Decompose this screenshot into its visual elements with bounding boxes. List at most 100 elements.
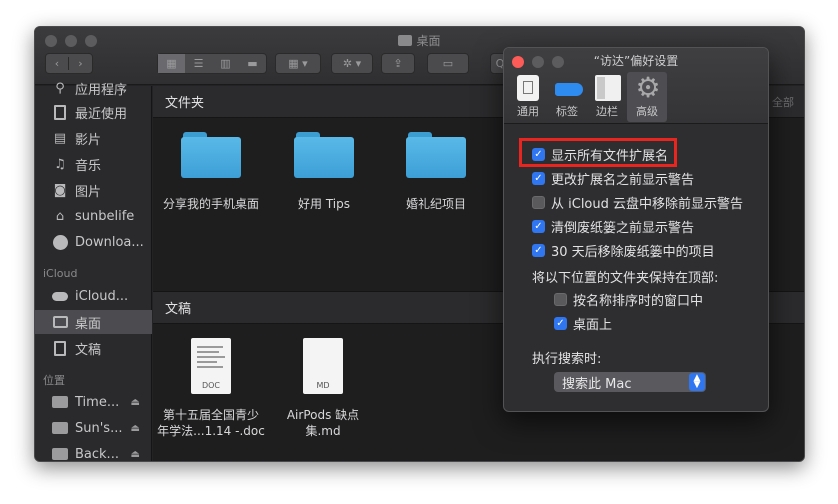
option-keep-folders-name-sort[interactable]: 按名称排序时的窗口中 [554, 289, 703, 309]
tab-sidebar[interactable]: 边栏 [587, 72, 627, 122]
search-scope-heading: 执行搜索时: [532, 352, 602, 367]
eject-icon[interactable]: ⏏ [131, 397, 140, 408]
sidebar-item-applications[interactable]: ⚲ 应用程序 [35, 76, 152, 100]
tags-icon [555, 75, 583, 101]
icon-view-icon[interactable]: ▦ [158, 54, 185, 73]
folder-icon[interactable] [406, 132, 466, 178]
highlight-annotation-box [519, 138, 677, 167]
sidebar-item-movies[interactable]: ▤ 影片 [35, 126, 152, 150]
view-mode-segmented[interactable]: ▦ ☰ ▥ ▬ [157, 53, 267, 74]
folder-label[interactable]: 分享我的手机桌面 [155, 196, 267, 212]
sidebar-item-label: 应用程序 [75, 82, 128, 98]
forward-icon[interactable]: › [69, 57, 92, 70]
sidebar-item-label: Back... [75, 446, 119, 462]
list-view-icon[interactable]: ☰ [185, 57, 212, 70]
tab-label: 通用 [517, 105, 539, 118]
folder-icon[interactable] [181, 132, 241, 178]
sidebar-item-label: 桌面 [75, 316, 102, 332]
sidebar-item-music[interactable]: ♫ 音乐 [35, 152, 152, 176]
sidebar-item-location[interactable]: Time... ⏏ [35, 390, 152, 414]
sidebar-section-icloud: iCloud [43, 267, 78, 280]
sidebar-item-label: Time... [75, 394, 120, 410]
sidebar-section-locations: 位置 [43, 374, 65, 387]
icloud-drive-icon [51, 288, 69, 304]
section-title: 文稿 [165, 302, 192, 317]
tab-advanced[interactable]: ⚙ 高级 [627, 72, 667, 122]
search-scope-popup[interactable]: 搜索此 Mac ▲ ▼ [554, 372, 706, 392]
tab-tags[interactable]: 标签 [547, 72, 587, 122]
documents-icon [51, 340, 69, 356]
folder-icon[interactable] [294, 132, 354, 178]
sidebar-item-pictures[interactable]: ◙ 图片 [35, 178, 152, 202]
sidebar-item-location[interactable]: Back... ⏏ [35, 442, 152, 462]
disk-icon [51, 394, 69, 410]
option-warn-empty-trash[interactable]: ✓ 清倒废纸篓之前显示警告 [532, 216, 694, 236]
sidebar-item-label: 最近使用 [75, 106, 128, 122]
sidebar-item-location[interactable]: Sun's... ⏏ [35, 416, 152, 440]
file-label[interactable]: 第十五届全国青少 年学法...1.14 -.doc [153, 407, 269, 439]
file-label-line: AirPods 缺点 [286, 408, 360, 422]
option-label: 从 iCloud 云盘中移除前显示警告 [551, 196, 744, 212]
disk-icon [51, 420, 69, 436]
option-label: 更改扩展名之前显示警告 [551, 172, 695, 188]
keep-folders-heading: 将以下位置的文件夹保持在顶部: [532, 271, 719, 286]
file-label[interactable]: AirPods 缺点 集.md [271, 407, 375, 439]
option-keep-folders-desktop[interactable]: ✓ 桌面上 [554, 313, 612, 333]
tags-button[interactable]: ▭ [427, 53, 469, 74]
tab-label: 标签 [556, 105, 578, 118]
sidebar-item-recents[interactable]: 最近使用 [35, 100, 152, 124]
eject-icon[interactable]: ⏏ [131, 423, 140, 434]
checkbox-checked[interactable]: ✓ [532, 243, 545, 257]
checkbox-checked[interactable]: ✓ [532, 171, 545, 185]
checkbox-checked[interactable]: ✓ [532, 219, 545, 233]
prefs-titlebar: “访达”偏好设置 通用 标签 边栏 ⚙ 高级 [504, 48, 768, 124]
sidebar-item-label: Sun's... [75, 420, 123, 436]
prefs-title: “访达”偏好设置 [593, 54, 679, 68]
action-button[interactable]: ✲ ▾ [331, 53, 373, 74]
back-forward-buttons[interactable]: ‹ › [45, 53, 93, 74]
file-label-line: 集.md [305, 424, 341, 438]
sidebar-item-label: 文稿 [75, 342, 102, 358]
checkbox-unchecked[interactable] [554, 292, 567, 306]
option-label: 30 天后移除废纸篓中的项目 [551, 244, 715, 260]
sidebar-item-desktop[interactable]: 桌面 [35, 310, 152, 334]
sidebar-item-icloud-drive[interactable]: iCloud... [35, 284, 152, 308]
doc-file-icon[interactable]: DOC [191, 338, 231, 394]
checkbox-unchecked[interactable] [532, 195, 545, 209]
eject-icon[interactable]: ⏏ [131, 449, 140, 460]
tab-label: 边栏 [596, 105, 618, 118]
tab-label: 高级 [636, 105, 658, 118]
option-remove-trash-30-days[interactable]: ✓ 30 天后移除废纸篓中的项目 [532, 240, 715, 260]
section-title: 文件夹 [165, 96, 205, 111]
tab-general[interactable]: 通用 [508, 72, 548, 122]
general-icon [517, 75, 539, 101]
sidebar: ⚲ 应用程序 最近使用 ▤ 影片 ♫ 音乐 ◙ 图片 ⌂ sunbelife Downlo… [35, 81, 152, 462]
folder-label[interactable]: 婚礼纪项目 [386, 196, 486, 212]
movies-icon: ▤ [53, 130, 67, 146]
gallery-view-icon[interactable]: ▬ [239, 57, 266, 70]
show-all-link[interactable]: 全部 [772, 94, 794, 110]
option-warn-icloud-remove[interactable]: 从 iCloud 云盘中移除前显示警告 [532, 192, 743, 212]
sidebar-item-home[interactable]: ⌂ sunbelife [35, 204, 152, 228]
file-label-line: 第十五届全国青少 [162, 408, 259, 422]
group-icon: ▦ ▾ [288, 57, 308, 70]
applications-icon: ⚲ [55, 80, 65, 96]
option-warn-extension-change[interactable]: ✓ 更改扩展名之前显示警告 [532, 168, 694, 188]
back-icon[interactable]: ‹ [46, 57, 70, 70]
sidebar-item-label: 音乐 [75, 158, 102, 174]
gear-icon: ⚙ [635, 71, 661, 104]
file-extension-label: DOC [201, 381, 221, 390]
option-label: 清倒废纸篓之前显示警告 [551, 220, 695, 236]
sidebar-item-label: iCloud... [75, 288, 129, 304]
checkbox-checked[interactable]: ✓ [554, 316, 567, 330]
desktop-icon [51, 314, 69, 330]
file-label-line: 年学法...1.14 -.doc [157, 424, 265, 438]
md-file-icon[interactable]: MD [303, 338, 343, 394]
column-view-icon[interactable]: ▥ [212, 57, 239, 70]
folder-label[interactable]: 好用 Tips [274, 196, 374, 212]
sidebar-item-downloads[interactable]: Downloa... [35, 230, 152, 254]
chevron-updown-icon: ▲ ▼ [689, 373, 705, 391]
group-button[interactable]: ▦ ▾ [275, 53, 321, 74]
sidebar-item-documents[interactable]: 文稿 [35, 336, 152, 360]
share-button[interactable]: ⇪ [381, 53, 415, 74]
